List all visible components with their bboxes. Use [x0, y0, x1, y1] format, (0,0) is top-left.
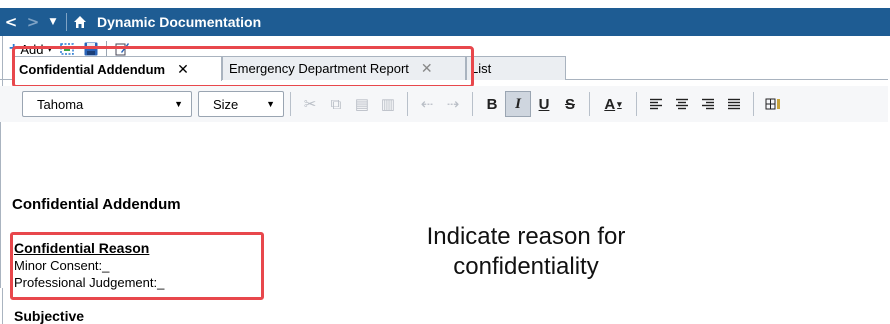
tab-emergency-department-report[interactable]: Emergency Department Report ✕: [222, 56, 466, 80]
chevron-down-icon: ▼: [266, 99, 275, 109]
professional-judgement-field[interactable]: Professional Judgement:_: [14, 275, 164, 290]
copy-icon[interactable]: ⧉: [323, 91, 349, 117]
font-color-button[interactable]: A ▾: [596, 91, 630, 117]
window-title: Dynamic Documentation: [97, 14, 262, 30]
align-right-icon[interactable]: [695, 91, 721, 117]
font-size-value: Size: [213, 96, 239, 112]
font-color-icon: A: [604, 95, 616, 113]
align-center-icon[interactable]: [669, 91, 695, 117]
forward-icon: >: [26, 13, 40, 31]
subjective-heading: Subjective: [14, 308, 85, 324]
cropped-caption-strip: [0, 0, 890, 8]
toolbar-separator: [589, 92, 590, 116]
annotation-line-1: Indicate reason for: [426, 223, 626, 250]
table-insert-icon[interactable]: [760, 91, 786, 117]
document-heading: Confidential Addendum: [12, 196, 181, 213]
toolbar-separator: [290, 92, 291, 116]
underline-button[interactable]: U: [531, 91, 557, 117]
tab-label: Emergency Department Report: [229, 61, 409, 76]
chevron-down-icon: ▾: [617, 98, 622, 109]
tab-list[interactable]: List: [466, 56, 566, 80]
titlebar-separator: [66, 13, 67, 31]
document-tabs: Confidential Addendum ✕ Emergency Depart…: [0, 50, 888, 81]
back-icon: <: [4, 13, 18, 31]
font-family-select[interactable]: Tahoma ▼: [22, 91, 192, 117]
bold-button[interactable]: B: [479, 91, 505, 117]
close-tab-icon[interactable]: ✕: [177, 61, 189, 78]
chevron-down-icon: ▼: [174, 99, 183, 109]
close-tab-icon[interactable]: ✕: [421, 60, 433, 77]
reason-heading: Confidential Reason: [14, 240, 150, 256]
tab-confidential-addendum[interactable]: Confidential Addendum ✕: [12, 56, 222, 81]
tab-label: Confidential Addendum: [19, 61, 166, 77]
toolbar-separator: [753, 92, 754, 116]
paste-icon[interactable]: ▥: [375, 91, 401, 117]
annotation-line-2: confidentiality: [453, 253, 599, 280]
tab-label: List: [471, 61, 492, 76]
history-dropdown-button[interactable]: ▼: [44, 8, 62, 36]
home-icon[interactable]: [73, 15, 87, 29]
formatting-toolbar: Tahoma ▼ Size ▼ ✂ ⧉ ▤ ▥ ⇠ ⇢ B I U S A ▾: [0, 86, 888, 122]
align-left-icon[interactable]: [643, 91, 669, 117]
title-bar: < > ▼ Dynamic Documentation: [0, 8, 890, 36]
font-size-select[interactable]: Size ▼: [198, 91, 284, 117]
minor-consent-field[interactable]: Minor Consent:_: [14, 258, 109, 273]
toolbar-separator: [407, 92, 408, 116]
redo-icon[interactable]: ⇢: [440, 91, 466, 117]
toolbar-separator: [472, 92, 473, 116]
toolbar-separator: [636, 92, 637, 116]
paste-text-icon[interactable]: ▤: [349, 91, 375, 117]
strikethrough-button[interactable]: S: [557, 91, 583, 117]
cut-icon[interactable]: ✂: [297, 91, 323, 117]
justify-icon[interactable]: [721, 91, 747, 117]
document-left-border: [0, 122, 1, 288]
history-dropdown-icon: ▼: [49, 17, 57, 27]
undo-icon[interactable]: ⇠: [414, 91, 440, 117]
annotation-callout: Indicate reason for confidentiality: [358, 222, 694, 282]
back-button[interactable]: <: [0, 8, 22, 36]
italic-button[interactable]: I: [505, 91, 531, 117]
forward-button[interactable]: >: [22, 8, 44, 36]
font-family-value: Tahoma: [37, 96, 84, 112]
